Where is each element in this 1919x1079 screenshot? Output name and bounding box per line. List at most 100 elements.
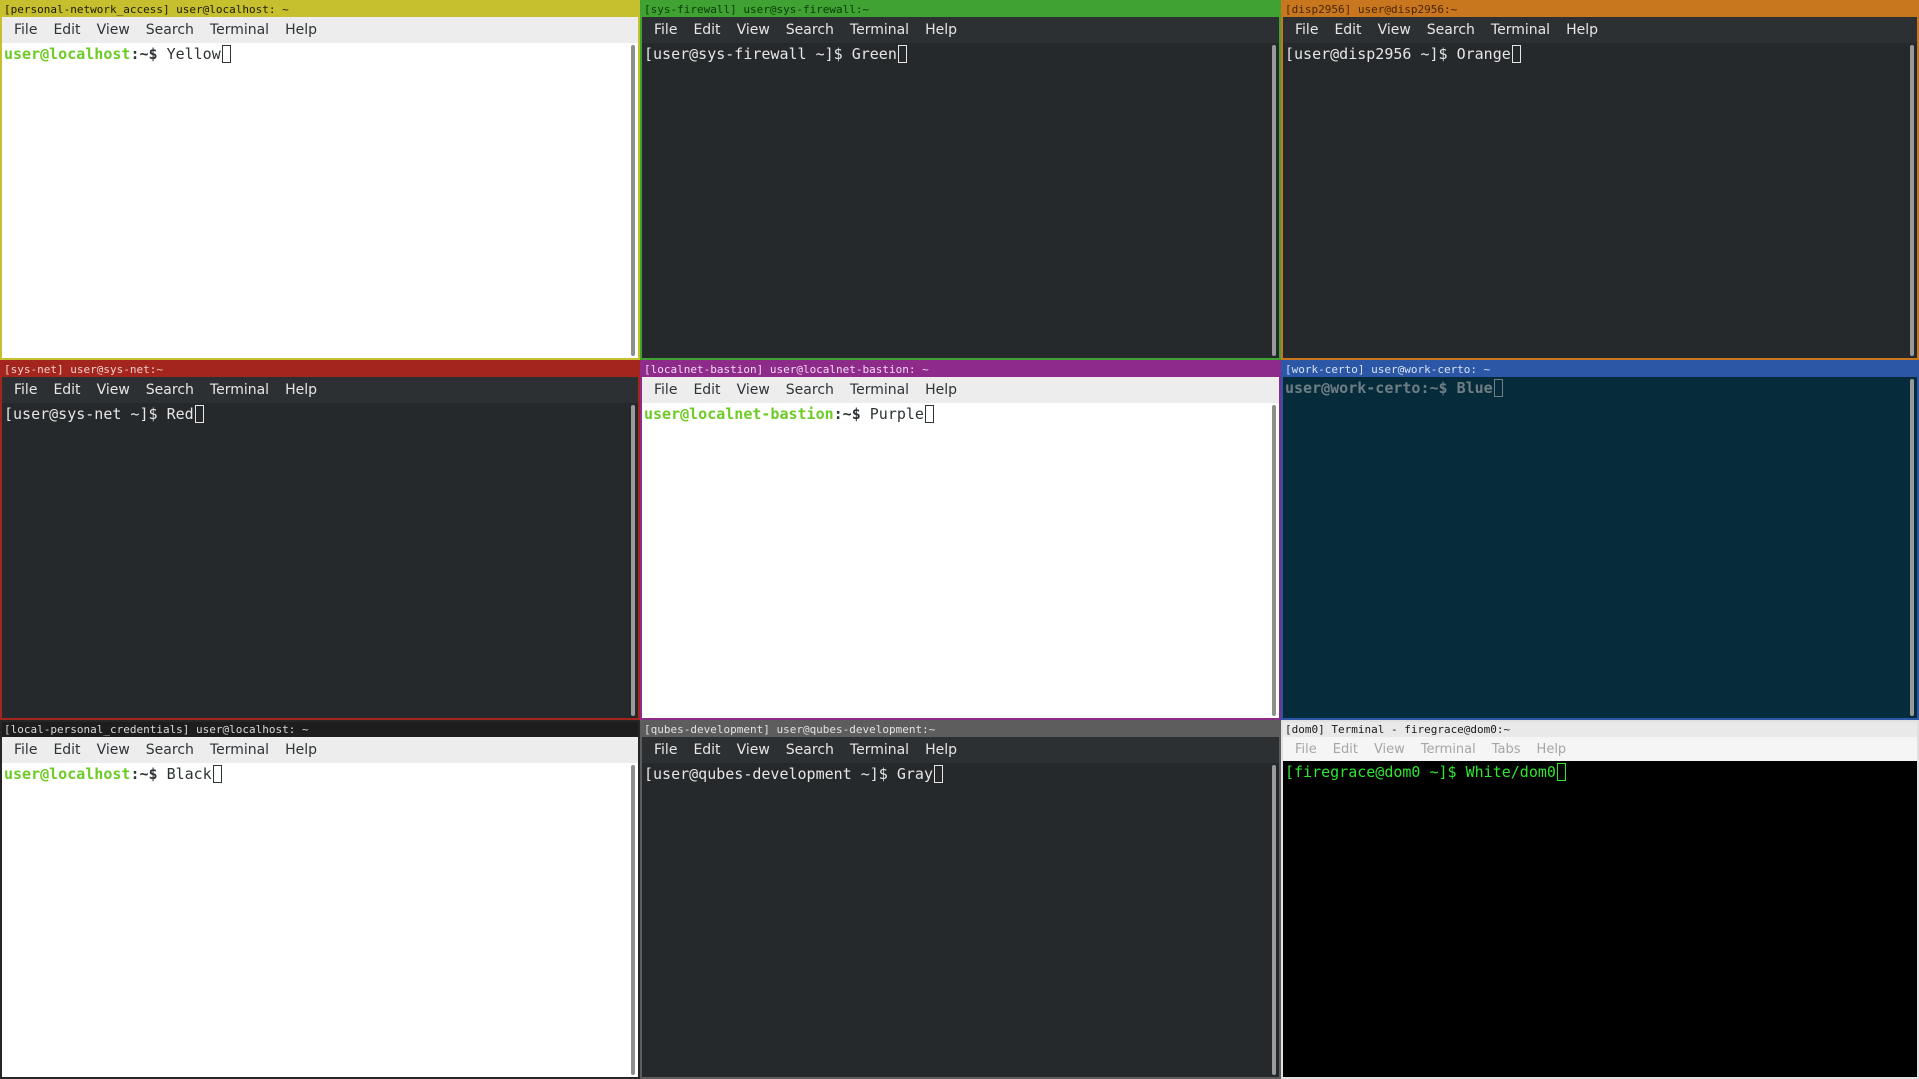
- terminal-output[interactable]: [user@qubes-development ~]$ Gray: [642, 763, 1279, 1077]
- scrollbar-thumb[interactable]: [1910, 45, 1914, 356]
- window-titlebar[interactable]: [sys-net] user@sys-net:~: [2, 362, 638, 377]
- scrollbar[interactable]: [1908, 763, 1916, 1075]
- menu-item-edit[interactable]: Edit: [693, 382, 720, 398]
- scrollbar[interactable]: [1270, 765, 1278, 1075]
- menu-item-file[interactable]: File: [14, 742, 37, 758]
- prompt-text: :~$: [130, 765, 167, 783]
- menu-item-help[interactable]: Help: [285, 382, 317, 398]
- menu-item-terminal[interactable]: Terminal: [850, 742, 909, 758]
- terminal-output[interactable]: [firegrace@dom0 ~]$ White/dom0: [1283, 761, 1917, 1077]
- menu-item-file[interactable]: File: [654, 382, 677, 398]
- menu-item-file[interactable]: File: [1295, 742, 1317, 757]
- menu-item-view[interactable]: View: [97, 742, 130, 758]
- menu-item-edit[interactable]: Edit: [1334, 22, 1361, 38]
- terminal-output[interactable]: user@localhost:~$ Black: [2, 763, 638, 1077]
- terminal-window[interactable]: [personal-network_access] user@localhost…: [0, 0, 640, 360]
- menu-item-view[interactable]: View: [97, 22, 130, 38]
- menu-item-edit[interactable]: Edit: [693, 742, 720, 758]
- menu-item-search[interactable]: Search: [146, 22, 194, 38]
- menu-item-terminal[interactable]: Terminal: [850, 22, 909, 38]
- window-titlebar[interactable]: [dom0] Terminal - firegrace@dom0:~: [1283, 722, 1917, 737]
- scrollbar-thumb[interactable]: [631, 45, 635, 356]
- menu-item-search[interactable]: Search: [1427, 22, 1475, 38]
- scrollbar[interactable]: [629, 765, 637, 1075]
- scrollbar-thumb[interactable]: [1272, 45, 1276, 356]
- menu-item-view[interactable]: View: [1378, 22, 1411, 38]
- desktop: [personal-network_access] user@localhost…: [0, 0, 1919, 1079]
- menu-item-terminal[interactable]: Terminal: [210, 22, 269, 38]
- terminal-window[interactable]: [sys-firewall] user@sys-firewall:~ File Ed…: [640, 0, 1281, 360]
- menu-item-view[interactable]: View: [737, 22, 770, 38]
- menu-item-terminal[interactable]: Terminal: [1421, 742, 1476, 757]
- menu-item-help[interactable]: Help: [285, 22, 317, 38]
- command-text: Black: [166, 765, 212, 783]
- terminal-output[interactable]: user@localhost:~$ Yellow: [2, 43, 638, 358]
- menu-item-view[interactable]: View: [1374, 742, 1405, 757]
- scrollbar-thumb[interactable]: [631, 405, 635, 716]
- terminal-output[interactable]: [user@sys-firewall ~]$ Green: [642, 43, 1279, 358]
- text-cursor: [221, 45, 231, 63]
- terminal-window[interactable]: [qubes-development] user@qubes-developme…: [640, 720, 1281, 1079]
- menu-item-file[interactable]: File: [654, 22, 677, 38]
- menu-item-edit[interactable]: Edit: [693, 22, 720, 38]
- terminal-window[interactable]: [dom0] Terminal - firegrace@dom0:~ File Ed…: [1281, 720, 1919, 1079]
- menu-item-help[interactable]: Help: [1537, 742, 1567, 757]
- terminal-output[interactable]: [user@sys-net ~]$ Red: [2, 403, 638, 718]
- window-titlebar[interactable]: [work-certo] user@work-certo: ~: [1283, 362, 1917, 377]
- command-text: Purple: [869, 405, 924, 423]
- scrollbar-thumb[interactable]: [1910, 763, 1914, 1075]
- scrollbar[interactable]: [1270, 45, 1278, 356]
- window-titlebar[interactable]: [local-personal_credentials] user@localh…: [2, 722, 638, 737]
- menu-item-help[interactable]: Help: [925, 742, 957, 758]
- menu-item-file[interactable]: File: [654, 742, 677, 758]
- menu-item-terminal[interactable]: Terminal: [1491, 22, 1550, 38]
- menu-item-view[interactable]: View: [737, 742, 770, 758]
- scrollbar-thumb[interactable]: [1272, 765, 1276, 1075]
- menu-item-search[interactable]: Search: [786, 382, 834, 398]
- menu-item-file[interactable]: File: [14, 382, 37, 398]
- scrollbar[interactable]: [629, 45, 637, 356]
- window-titlebar[interactable]: [disp2956] user@disp2956:~: [1283, 2, 1917, 17]
- scrollbar[interactable]: [1908, 45, 1916, 356]
- scrollbar-thumb[interactable]: [631, 765, 635, 1075]
- terminal-output[interactable]: [user@disp2956 ~]$ Orange: [1283, 43, 1917, 358]
- scrollbar-thumb[interactable]: [1272, 405, 1276, 716]
- scrollbar-thumb[interactable]: [1910, 379, 1914, 716]
- menu-item-terminal[interactable]: Terminal: [850, 382, 909, 398]
- terminal-output[interactable]: user@work-certo:~$ Blue: [1283, 377, 1917, 718]
- terminal-window[interactable]: [work-certo] user@work-certo: ~ user@work…: [1281, 360, 1919, 720]
- menu-item-edit[interactable]: Edit: [53, 742, 80, 758]
- terminal-window[interactable]: [local-personal_credentials] user@localh…: [0, 720, 640, 1079]
- menu-item-terminal[interactable]: Terminal: [210, 382, 269, 398]
- window-titlebar[interactable]: [personal-network_access] user@localhost…: [2, 2, 638, 17]
- menu-item-help[interactable]: Help: [925, 22, 957, 38]
- menu-item-search[interactable]: Search: [146, 382, 194, 398]
- terminal-window[interactable]: [disp2956] user@disp2956:~ File Edit View Se…: [1281, 0, 1919, 360]
- scrollbar[interactable]: [629, 405, 637, 716]
- menu-item-help[interactable]: Help: [1566, 22, 1598, 38]
- scrollbar[interactable]: [1270, 405, 1278, 716]
- menu-item-edit[interactable]: Edit: [1333, 742, 1358, 757]
- menu-item-view[interactable]: View: [97, 382, 130, 398]
- menu-item-tabs[interactable]: Tabs: [1492, 742, 1521, 757]
- menu-item-file[interactable]: File: [14, 22, 37, 38]
- window-titlebar[interactable]: [sys-firewall] user@sys-firewall:~: [642, 2, 1279, 17]
- terminal-window[interactable]: [localnet-bastion] user@localnet-bastion…: [640, 360, 1281, 720]
- terminal-output[interactable]: user@localnet-bastion:~$ Purple: [642, 403, 1279, 718]
- menu-item-search[interactable]: Search: [786, 742, 834, 758]
- window-titlebar[interactable]: [localnet-bastion] user@localnet-bastion…: [642, 362, 1279, 377]
- menu-item-search[interactable]: Search: [146, 742, 194, 758]
- prompt-text: :~$: [833, 405, 870, 423]
- menu-item-edit[interactable]: Edit: [53, 22, 80, 38]
- prompt-text: [user@disp2956 ~]$: [1285, 45, 1457, 63]
- menu-item-help[interactable]: Help: [925, 382, 957, 398]
- menu-item-terminal[interactable]: Terminal: [210, 742, 269, 758]
- menu-item-search[interactable]: Search: [786, 22, 834, 38]
- menu-item-help[interactable]: Help: [285, 742, 317, 758]
- scrollbar[interactable]: [1908, 379, 1916, 716]
- menu-item-edit[interactable]: Edit: [53, 382, 80, 398]
- window-titlebar[interactable]: [qubes-development] user@qubes-developme…: [642, 722, 1279, 737]
- menu-item-file[interactable]: File: [1295, 22, 1318, 38]
- terminal-window[interactable]: [sys-net] user@sys-net:~ File Edit View Sear…: [0, 360, 640, 720]
- menu-item-view[interactable]: View: [737, 382, 770, 398]
